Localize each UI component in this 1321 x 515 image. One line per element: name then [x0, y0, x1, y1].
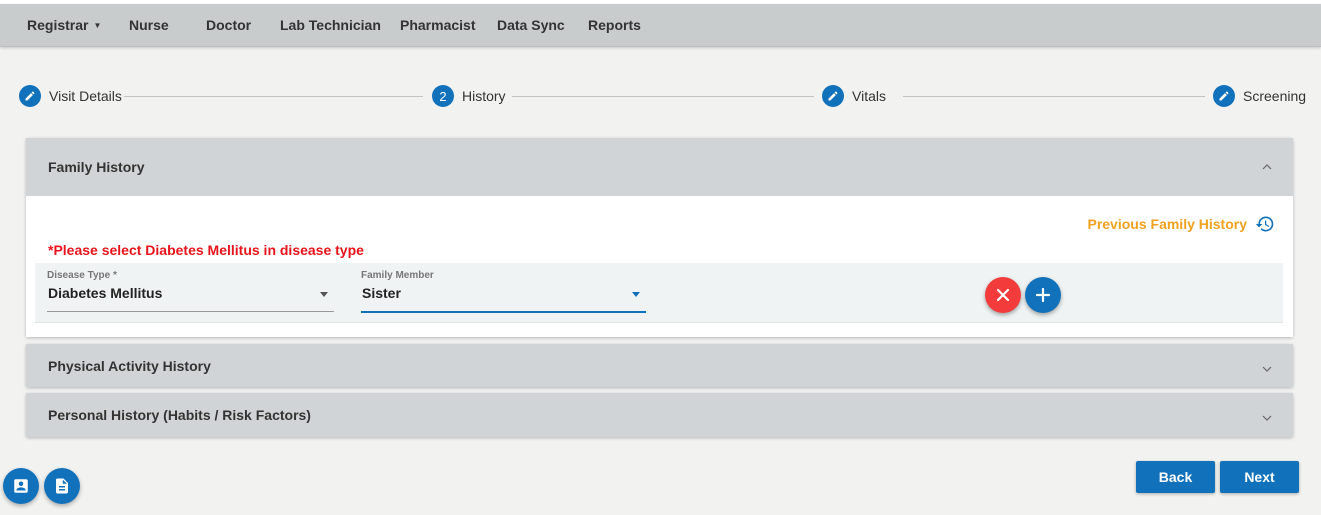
- top-navbar: Registrar ▼ Nurse Doctor Lab Technician P…: [0, 4, 1321, 47]
- step-number-badge: 2: [432, 85, 454, 107]
- caret-down-icon: ▼: [93, 21, 102, 30]
- previous-family-history-link[interactable]: Previous Family History: [1087, 214, 1275, 234]
- stepper-connector: [903, 96, 1205, 97]
- disease-type-label: Disease Type *: [47, 270, 117, 281]
- nav-data-sync-label: Data Sync: [497, 17, 565, 33]
- nav-registrar[interactable]: Registrar ▼: [27, 4, 101, 47]
- chevron-down-icon: [1262, 366, 1272, 372]
- chevron-down-icon: [1262, 415, 1272, 421]
- step-history-label: History: [462, 88, 506, 104]
- physical-activity-header[interactable]: Physical Activity History: [26, 344, 1293, 387]
- nav-reports[interactable]: Reports: [588, 4, 641, 47]
- family-history-panel: Family History Previous Family History *…: [26, 138, 1293, 337]
- nav-lab-technician-label: Lab Technician: [280, 17, 381, 33]
- nav-nurse-label: Nurse: [129, 17, 169, 33]
- step-visit-details[interactable]: Visit Details: [19, 84, 122, 108]
- family-history-row: Disease Type * Diabetes Mellitus Family …: [35, 263, 1283, 323]
- step-visit-details-label: Visit Details: [49, 88, 122, 104]
- next-button[interactable]: Next: [1220, 461, 1299, 493]
- nav-data-sync[interactable]: Data Sync: [497, 4, 565, 47]
- nav-lab-technician[interactable]: Lab Technician: [280, 4, 381, 47]
- personal-history-header[interactable]: Personal History (Habits / Risk Factors): [26, 393, 1293, 437]
- account-box-icon: [14, 479, 28, 493]
- chevron-up-icon: [1262, 164, 1272, 170]
- field-underline: [47, 311, 334, 312]
- personal-history-panel: Personal History (Habits / Risk Factors): [26, 393, 1293, 437]
- nav-nurse[interactable]: Nurse: [129, 4, 169, 47]
- plus-icon: [1036, 288, 1050, 302]
- document-button[interactable]: [44, 468, 80, 504]
- family-member-select[interactable]: Family Member Sister: [361, 270, 646, 313]
- nav-pharmacist[interactable]: Pharmacist: [400, 4, 475, 47]
- pencil-icon: [19, 85, 41, 107]
- history-icon: [1255, 216, 1274, 232]
- patient-info-button[interactable]: [3, 468, 39, 504]
- family-history-header[interactable]: Family History: [26, 138, 1293, 196]
- physical-activity-title: Physical Activity History: [48, 357, 211, 374]
- family-member-label: Family Member: [361, 270, 434, 281]
- personal-history-title: Personal History (Habits / Risk Factors): [48, 407, 311, 423]
- remove-row-button[interactable]: [985, 277, 1021, 313]
- family-history-body: Previous Family History *Please select D…: [26, 196, 1293, 337]
- add-row-button[interactable]: [1025, 277, 1061, 313]
- step-vitals-label: Vitals: [852, 88, 886, 104]
- field-underline-active: [361, 311, 646, 313]
- back-button[interactable]: Back: [1136, 461, 1215, 493]
- nav-doctor-label: Doctor: [206, 17, 252, 33]
- pencil-icon: [1213, 85, 1235, 107]
- step-history[interactable]: 2 History: [432, 84, 506, 108]
- nav-pharmacist-label: Pharmacist: [400, 17, 476, 33]
- nav-reports-label: Reports: [588, 17, 641, 33]
- dropdown-arrow-icon: [320, 292, 328, 297]
- disease-type-select[interactable]: Disease Type * Diabetes Mellitus: [47, 270, 334, 312]
- family-member-value: Sister: [362, 285, 401, 301]
- pencil-icon: [822, 85, 844, 107]
- previous-family-history-label: Previous Family History: [1087, 216, 1247, 232]
- nav-registrar-label: Registrar: [27, 17, 89, 33]
- stepper-connector: [512, 96, 814, 97]
- nav-doctor[interactable]: Doctor: [206, 4, 251, 47]
- step-screening[interactable]: Screening: [1213, 84, 1306, 108]
- step-vitals[interactable]: Vitals: [822, 84, 886, 108]
- document-icon: [56, 478, 68, 494]
- stepper-connector: [124, 96, 423, 97]
- disease-type-error: *Please select Diabetes Mellitus in dise…: [48, 242, 364, 258]
- disease-type-value: Diabetes Mellitus: [48, 285, 163, 301]
- close-icon: [996, 288, 1010, 302]
- step-screening-label: Screening: [1243, 88, 1307, 104]
- physical-activity-panel: Physical Activity History: [26, 344, 1293, 387]
- dropdown-arrow-icon: [632, 292, 640, 297]
- family-history-title: Family History: [48, 159, 145, 175]
